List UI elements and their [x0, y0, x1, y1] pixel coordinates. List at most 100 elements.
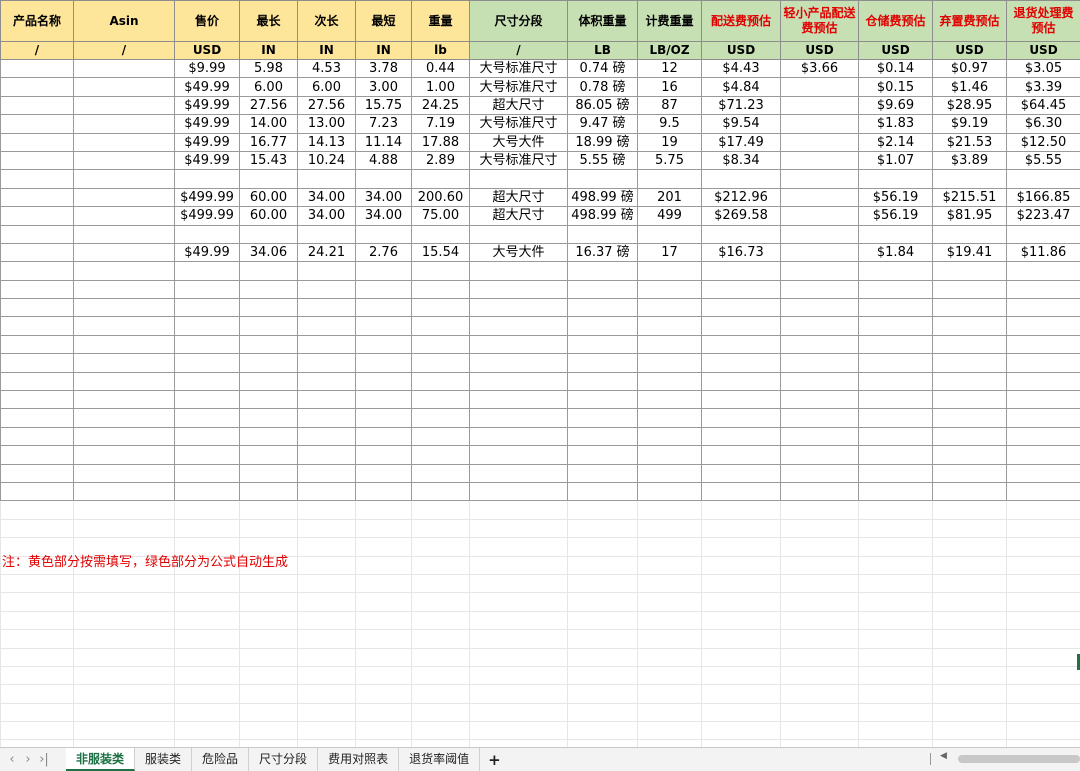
cell-asin[interactable]	[73, 169, 175, 189]
cell-empty[interactable]	[1006, 408, 1080, 428]
cell-storage_fee[interactable]: $0.14	[858, 58, 933, 79]
cell-empty[interactable]	[411, 390, 470, 410]
cell-median[interactable]: 24.21	[297, 242, 356, 263]
cell-blank[interactable]	[239, 721, 298, 741]
cell-empty[interactable]	[932, 426, 1007, 447]
cell-empty[interactable]	[73, 371, 175, 392]
cell-fba_fee[interactable]: $4.84	[701, 77, 781, 97]
cell-weight[interactable]: 2.89	[411, 150, 470, 171]
cell-empty[interactable]	[637, 426, 702, 447]
cell-empty[interactable]	[0, 279, 74, 300]
cell-blank[interactable]	[355, 702, 412, 723]
cell-billing_weight[interactable]	[637, 224, 702, 244]
cell-price[interactable]: $49.99	[174, 150, 240, 171]
cell-empty[interactable]	[355, 316, 412, 336]
cell-empty[interactable]	[239, 334, 298, 355]
cell-empty[interactable]	[567, 279, 638, 300]
cell-blank[interactable]	[73, 500, 175, 520]
cell-blank[interactable]	[174, 518, 240, 539]
cell-empty[interactable]	[637, 390, 702, 410]
cell-blank[interactable]	[174, 665, 240, 686]
cell-blank[interactable]	[174, 721, 240, 741]
cell-empty[interactable]	[73, 426, 175, 447]
horizontal-scrollbar[interactable]: ◀	[930, 751, 1080, 765]
cell-blank[interactable]	[637, 721, 702, 741]
cell-empty[interactable]	[297, 371, 356, 392]
cell-fba_fee[interactable]: $17.49	[701, 132, 781, 152]
cell-empty[interactable]	[1006, 371, 1080, 392]
cell-empty[interactable]	[355, 334, 412, 355]
cell-median[interactable]	[297, 169, 356, 189]
cell-empty[interactable]	[355, 481, 412, 502]
cell-blank[interactable]	[780, 647, 859, 667]
cell-blank[interactable]	[567, 629, 638, 649]
cell-blank[interactable]	[637, 684, 702, 704]
cell-empty[interactable]	[239, 481, 298, 502]
cell-price[interactable]: $49.99	[174, 114, 240, 134]
cell-blank[interactable]	[932, 610, 1007, 631]
cell-empty[interactable]	[637, 353, 702, 373]
cell-empty[interactable]	[567, 353, 638, 373]
cell-shortest[interactable]: 34.00	[355, 206, 412, 226]
cell-empty[interactable]	[701, 316, 781, 336]
cell-empty[interactable]	[637, 279, 702, 300]
cell-empty[interactable]	[297, 390, 356, 410]
header-dim_weight[interactable]: 体积重量	[567, 0, 638, 42]
cell-blank[interactable]	[469, 647, 568, 667]
sheet-tab[interactable]: 尺寸分段	[249, 748, 319, 771]
cell-fba_fee[interactable]: $269.58	[701, 206, 781, 226]
cell-blank[interactable]	[932, 500, 1007, 520]
cell-empty[interactable]	[780, 261, 859, 281]
cell-weight[interactable]: 15.54	[411, 242, 470, 263]
cell-blank[interactable]	[0, 629, 74, 649]
cell-blank[interactable]	[780, 610, 859, 631]
cell-storage_fee[interactable]	[858, 224, 933, 244]
cell-blank[interactable]	[1006, 500, 1080, 520]
cell-empty[interactable]	[780, 353, 859, 373]
cell-blank[interactable]	[567, 573, 638, 594]
cell-asin[interactable]	[73, 150, 175, 171]
header-return_fee[interactable]: 退货处理费预估	[1006, 0, 1080, 42]
cell-empty[interactable]	[701, 279, 781, 300]
cell-empty[interactable]	[780, 371, 859, 392]
cell-blank[interactable]	[355, 592, 412, 612]
cell-shortest[interactable]: 3.78	[355, 58, 412, 79]
cell-blank[interactable]	[567, 537, 638, 557]
cell-empty[interactable]	[932, 371, 1007, 392]
cell-blank[interactable]	[701, 665, 781, 686]
cell-name[interactable]	[0, 95, 74, 116]
cell-empty[interactable]	[932, 353, 1007, 373]
cell-blank[interactable]	[411, 647, 470, 667]
cell-empty[interactable]	[469, 353, 568, 373]
cell-empty[interactable]	[174, 298, 240, 318]
cell-price[interactable]	[174, 169, 240, 189]
cell-price[interactable]: $49.99	[174, 132, 240, 152]
cell-light_fee[interactable]	[780, 242, 859, 263]
cell-return_fee[interactable]: $6.30	[1006, 114, 1080, 134]
cell-tier[interactable]: 大号标准尺寸	[469, 150, 568, 171]
cell-return_fee[interactable]: $166.85	[1006, 187, 1080, 208]
cell-empty[interactable]	[239, 408, 298, 428]
cell-empty[interactable]	[701, 426, 781, 447]
cell-asin[interactable]	[73, 77, 175, 97]
cell-blank[interactable]	[411, 500, 470, 520]
cell-blank[interactable]	[701, 518, 781, 539]
cell-longest[interactable]: 60.00	[239, 206, 298, 226]
cell-blank[interactable]	[1006, 684, 1080, 704]
cell-empty[interactable]	[780, 463, 859, 483]
cell-blank[interactable]	[932, 721, 1007, 741]
cell-blank[interactable]	[858, 537, 933, 557]
cell-light_fee[interactable]	[780, 206, 859, 226]
unit-median[interactable]: IN	[297, 41, 356, 60]
cell-longest[interactable]: 27.56	[239, 95, 298, 116]
cell-blank[interactable]	[239, 592, 298, 612]
cell-blank[interactable]	[637, 629, 702, 649]
header-shortest[interactable]: 最短	[355, 0, 412, 42]
cell-fba_fee[interactable]: $212.96	[701, 187, 781, 208]
unit-weight[interactable]: lb	[411, 41, 470, 60]
cell-billing_weight[interactable]: 16	[637, 77, 702, 97]
unit-shortest[interactable]: IN	[355, 41, 412, 60]
cell-dim_weight[interactable]: 498.99 磅	[567, 206, 638, 226]
cell-blank[interactable]	[239, 500, 298, 520]
cell-blank[interactable]	[0, 665, 74, 686]
